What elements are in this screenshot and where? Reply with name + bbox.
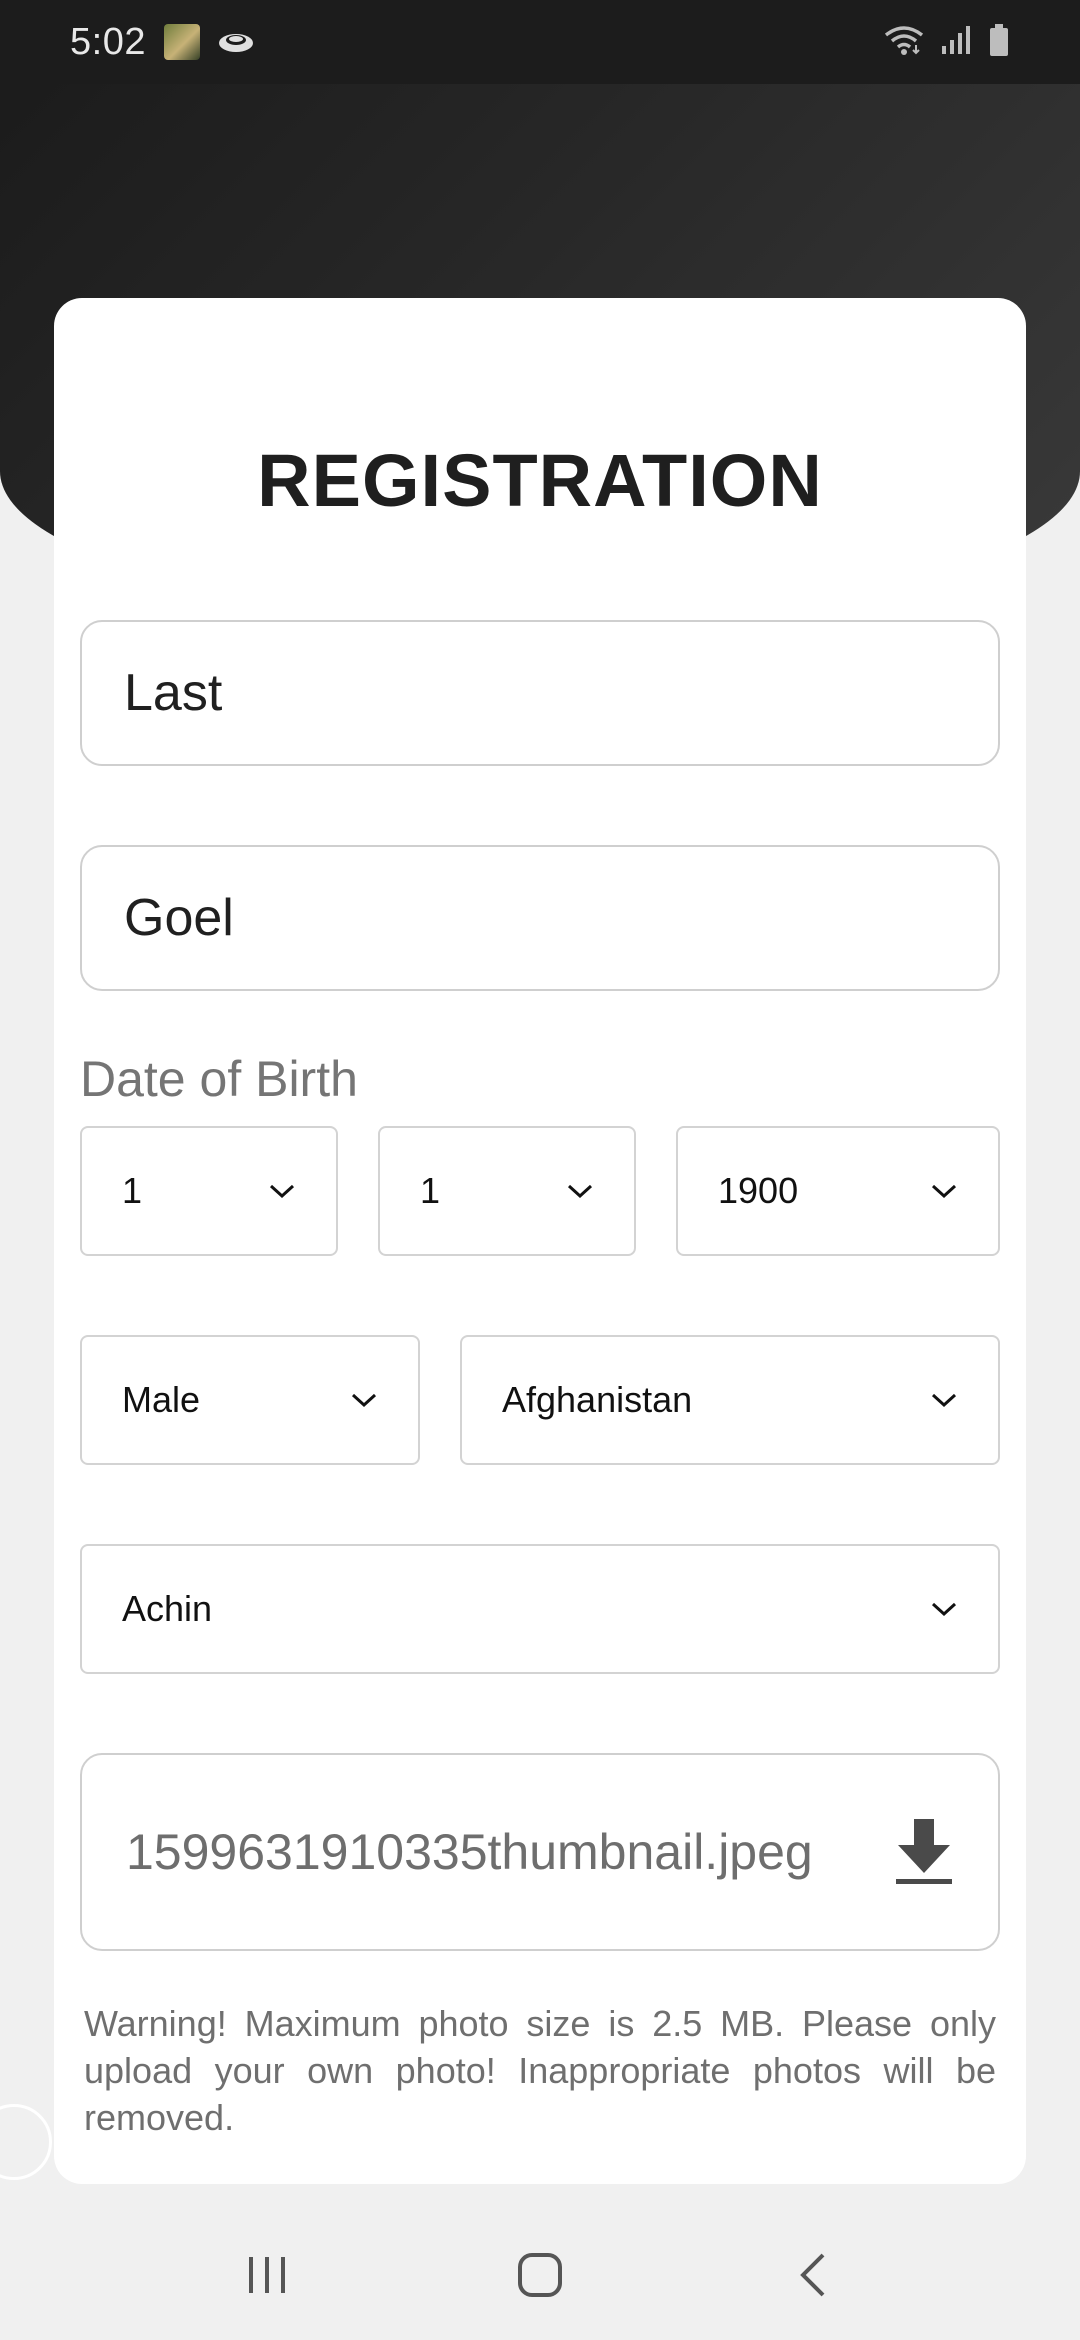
page-title: REGISTRATION xyxy=(257,439,823,522)
floating-handle[interactable] xyxy=(0,2104,52,2180)
back-icon[interactable] xyxy=(763,2235,863,2315)
chevron-down-icon xyxy=(930,1182,958,1200)
country-select[interactable]: Afghanistan xyxy=(460,1335,1000,1465)
app-thumbnail-icon xyxy=(163,24,200,60)
last-name-field[interactable]: Last xyxy=(80,620,1000,766)
signal-icon xyxy=(940,24,974,61)
dob-year-select[interactable]: 1900 xyxy=(676,1126,1000,1256)
status-bar: 5:02 xyxy=(0,0,1080,84)
battery-icon xyxy=(988,23,1010,62)
recent-apps-icon[interactable] xyxy=(217,2235,317,2315)
photo-warning-text: Warning! Maximum photo size is 2.5 MB. P… xyxy=(84,2003,996,2138)
download-icon[interactable] xyxy=(894,1817,954,1887)
gender-select[interactable]: Male xyxy=(80,1335,420,1465)
status-icons xyxy=(882,23,1010,62)
country-value: Afghanistan xyxy=(502,1379,693,1420)
registration-screen: 5:02 REGISTRATION Last Goel Date of Birt… xyxy=(0,0,1080,2340)
dob-month-select[interactable]: 1 xyxy=(378,1126,636,1256)
dob-day-select[interactable]: 1 xyxy=(80,1126,338,1256)
chevron-down-icon xyxy=(350,1391,378,1409)
chevron-down-icon xyxy=(930,1600,958,1618)
city-select[interactable]: Achin xyxy=(80,1544,1000,1674)
photo-upload-field[interactable]: 1599631910335thumbnail.jpeg xyxy=(80,1753,1000,1951)
wifi-icon xyxy=(882,23,926,62)
city-value: Achin xyxy=(122,1588,213,1629)
dob-label: Date of Birth xyxy=(80,1051,358,1107)
cloud-icon xyxy=(216,24,256,60)
gender-value: Male xyxy=(122,1379,201,1420)
chevron-down-icon xyxy=(930,1391,958,1409)
dob-month-value: 1 xyxy=(420,1170,441,1211)
registration-card: REGISTRATION Last Goel Date of Birth 1 1… xyxy=(54,298,1026,2184)
chevron-down-icon xyxy=(566,1182,594,1200)
dob-year-value: 1900 xyxy=(718,1170,799,1211)
photo-filename: 1599631910335thumbnail.jpeg xyxy=(126,1824,813,1880)
status-time: 5:02 xyxy=(70,20,146,63)
navigation-bar xyxy=(0,2210,1080,2340)
home-icon[interactable] xyxy=(490,2235,590,2315)
chevron-down-icon xyxy=(268,1182,296,1200)
dob-day-value: 1 xyxy=(122,1170,143,1211)
first-name-field[interactable]: Goel xyxy=(80,845,1000,991)
